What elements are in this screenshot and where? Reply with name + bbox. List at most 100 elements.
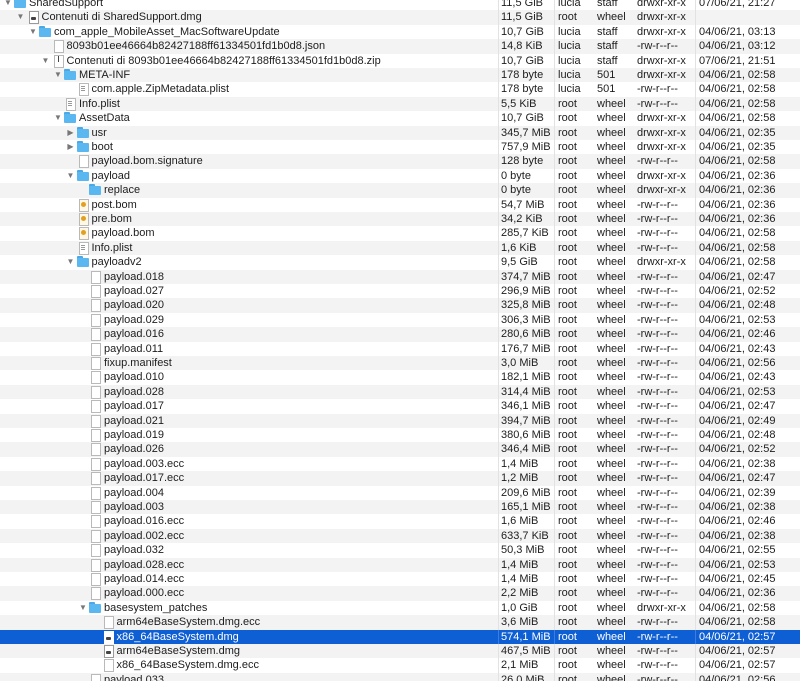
disclosure-collapsed-icon[interactable]: ▶: [66, 140, 76, 154]
list-item[interactable]: pre.bom 34,2 KiB root wheel -rw-r--r-- 0…: [0, 212, 800, 227]
file-icon: [88, 472, 102, 486]
list-item[interactable]: ▼ payloadv2 9,5 GiB root wheel drwxr-xr-…: [0, 255, 800, 270]
group-cell: wheel: [597, 313, 626, 326]
owner-cell: root: [558, 112, 577, 125]
file-name: boot: [91, 141, 113, 153]
disclosure-expanded-icon[interactable]: ▼: [28, 25, 38, 39]
disclosure-expanded-icon[interactable]: ▼: [53, 111, 63, 125]
group-cell: wheel: [597, 357, 626, 369]
column-divider: [498, 428, 499, 443]
disclosure-collapsed-icon[interactable]: ▶: [66, 126, 76, 140]
list-item[interactable]: payload.017 346,1 MiB root wheel -rw-r--…: [0, 399, 800, 414]
date-cell: 04/06/21, 02:38: [699, 501, 776, 513]
disclosure-expanded-icon[interactable]: ▼: [66, 169, 76, 183]
name-cell: arm64eBaseSystem.dmg: [0, 644, 496, 658]
list-item[interactable]: post.bom 54,7 MiB root wheel -rw-r--r-- …: [0, 197, 800, 212]
size-cell: 325,8 MiB: [501, 299, 551, 312]
list-item[interactable]: payload.029 306,3 MiB root wheel -rw-r--…: [0, 312, 800, 328]
list-item[interactable]: payload.032 50,3 MiB root wheel -rw-r--r…: [0, 543, 800, 558]
owner-cell: root: [558, 169, 577, 182]
file-name: payload.014.ecc: [104, 573, 185, 585]
owner-cell: root: [558, 357, 577, 369]
size-cell: 1,6 KiB: [501, 241, 537, 254]
folder-icon: [63, 69, 77, 81]
list-item[interactable]: payload.014.ecc 1,4 MiB root wheel -rw-r…: [0, 572, 800, 587]
file-icon: [101, 659, 115, 673]
disclosure-expanded-icon[interactable]: ▼: [78, 601, 88, 615]
list-item[interactable]: x86_64BaseSystem.dmg.ecc 2,1 MiB root wh…: [0, 658, 800, 673]
group-cell: wheel: [597, 616, 626, 629]
disclosure-expanded-icon[interactable]: ▼: [16, 10, 26, 24]
list-item[interactable]: com.apple.ZipMetadata.plist 178 byte luc…: [0, 82, 800, 97]
list-item[interactable]: payload.020 325,8 MiB root wheel -rw-r--…: [0, 298, 800, 313]
list-item[interactable]: ▼ Contenuti di 8093b01ee46664b82427188ff…: [0, 53, 800, 68]
file-icon: [76, 155, 90, 169]
list-item[interactable]: ▼ META-INF 178 byte lucia 501 drwxr-xr-x…: [0, 68, 800, 83]
list-item[interactable]: ▼ SharedSupport 11,5 GiB lucia staff drw…: [0, 0, 800, 11]
column-divider: [695, 586, 696, 601]
file-name: com.apple.ZipMetadata.plist: [91, 83, 230, 96]
list-item[interactable]: payload.003.ecc 1,4 MiB root wheel -rw-r…: [0, 456, 800, 472]
column-divider: [695, 644, 696, 659]
list-item[interactable]: payload.021 394,7 MiB root wheel -rw-r--…: [0, 413, 800, 428]
list-item[interactable]: payload.028.ecc 1,4 MiB root wheel -rw-r…: [0, 557, 800, 572]
file-name: payload.016.ecc: [104, 515, 185, 528]
name-cell: payload.002.ecc: [0, 529, 496, 543]
date-cell: 04/06/21, 02:45: [699, 573, 776, 585]
list-item[interactable]: payload.010 182,1 MiB root wheel -rw-r--…: [0, 370, 800, 385]
file-name: payload.028.ecc: [104, 558, 185, 571]
list-item[interactable]: payload.027 296,9 MiB root wheel -rw-r--…: [0, 284, 800, 299]
column-divider: [498, 226, 499, 241]
list-item[interactable]: ▼ Contenuti di SharedSupport.dmg 11,5 Gi…: [0, 10, 800, 25]
group-cell: wheel: [597, 169, 626, 182]
list-item[interactable]: payload.018 374,7 MiB root wheel -rw-r--…: [0, 269, 800, 284]
list-item[interactable]: ▶ boot 757,9 MiB root wheel drwxr-xr-x 0…: [0, 140, 800, 155]
disclosure-expanded-icon[interactable]: ▼: [3, 0, 13, 10]
disclosure-expanded-icon[interactable]: ▼: [66, 255, 76, 269]
group-cell: wheel: [597, 371, 626, 384]
list-item[interactable]: payload.002.ecc 633,7 KiB root wheel -rw…: [0, 528, 800, 544]
column-divider: [554, 183, 555, 198]
list-item[interactable]: payload.017.ecc 1,2 MiB root wheel -rw-r…: [0, 471, 800, 486]
disclosure-expanded-icon[interactable]: ▼: [41, 54, 51, 68]
list-item[interactable]: Info.plist 5,5 KiB root wheel -rw-r--r--…: [0, 96, 800, 112]
list-item[interactable]: arm64eBaseSystem.dmg.ecc 3,6 MiB root wh…: [0, 615, 800, 630]
permissions-cell: drwxr-xr-x: [637, 141, 686, 153]
list-item[interactable]: payload.bom.signature 128 byte root whee…: [0, 154, 800, 169]
list-item[interactable]: payload.004 209,6 MiB root wheel -rw-r--…: [0, 485, 800, 500]
list-item[interactable]: ▼ AssetData 10,7 GiB root wheel drwxr-xr…: [0, 111, 800, 126]
list-item[interactable]: payload.016 280,6 MiB root wheel -rw-r--…: [0, 327, 800, 342]
list-item[interactable]: payload.bom 285,7 KiB root wheel -rw-r--…: [0, 226, 800, 241]
file-list[interactable]: ▼ SharedSupport 11,5 GiB lucia staff drw…: [0, 0, 800, 681]
list-item[interactable]: ▶ usr 345,7 MiB root wheel drwxr-xr-x 04…: [0, 125, 800, 140]
list-item[interactable]: replace 0 byte root wheel drwxr-xr-x 04/…: [0, 183, 800, 198]
list-item[interactable]: ▼ basesystem_patches 1,0 GiB root wheel …: [0, 600, 800, 616]
list-item[interactable]: ▼ com_apple_MobileAsset_MacSoftwareUpdat…: [0, 24, 800, 40]
list-item[interactable]: payload.028 314,4 MiB root wheel -rw-r--…: [0, 384, 800, 400]
list-item[interactable]: payload.016.ecc 1,6 MiB root wheel -rw-r…: [0, 514, 800, 529]
list-item[interactable]: payload.000.ecc 2,2 MiB root wheel -rw-r…: [0, 586, 800, 601]
column-divider: [695, 82, 696, 97]
column-divider: [554, 471, 555, 486]
list-item[interactable]: Info.plist 1,6 KiB root wheel -rw-r--r--…: [0, 240, 800, 256]
list-item[interactable]: payload.026 346,4 MiB root wheel -rw-r--…: [0, 442, 800, 457]
list-item[interactable]: ▼ payload 0 byte root wheel drwxr-xr-x 0…: [0, 168, 800, 184]
disclosure-icon: [78, 313, 88, 327]
size-cell: 0 byte: [501, 184, 531, 197]
list-item[interactable]: payload.019 380,6 MiB root wheel -rw-r--…: [0, 428, 800, 443]
column-divider: [695, 442, 696, 457]
permissions-cell: drwxr-xr-x: [637, 69, 686, 81]
disclosure-expanded-icon[interactable]: ▼: [53, 68, 63, 82]
list-item[interactable]: fixup.manifest 3,0 MiB root wheel -rw-r-…: [0, 356, 800, 371]
column-divider: [695, 154, 696, 169]
owner-cell: root: [558, 342, 577, 355]
list-item[interactable]: 8093b01ee46664b82427188ff61334501fd1b0d8…: [0, 39, 800, 54]
list-item[interactable]: x86_64BaseSystem.dmg 574,1 MiB root whee…: [0, 629, 800, 644]
list-item[interactable]: arm64eBaseSystem.dmg 467,5 MiB root whee…: [0, 644, 800, 659]
size-cell: 467,5 MiB: [501, 645, 551, 657]
list-item[interactable]: payload.033 26,0 MiB root wheel -rw-r--r…: [0, 672, 800, 681]
list-item[interactable]: payload.011 176,7 MiB root wheel -rw-r--…: [0, 341, 800, 356]
bom-icon: [76, 213, 90, 226]
size-cell: 54,7 MiB: [501, 198, 545, 211]
list-item[interactable]: payload.003 165,1 MiB root wheel -rw-r--…: [0, 500, 800, 515]
